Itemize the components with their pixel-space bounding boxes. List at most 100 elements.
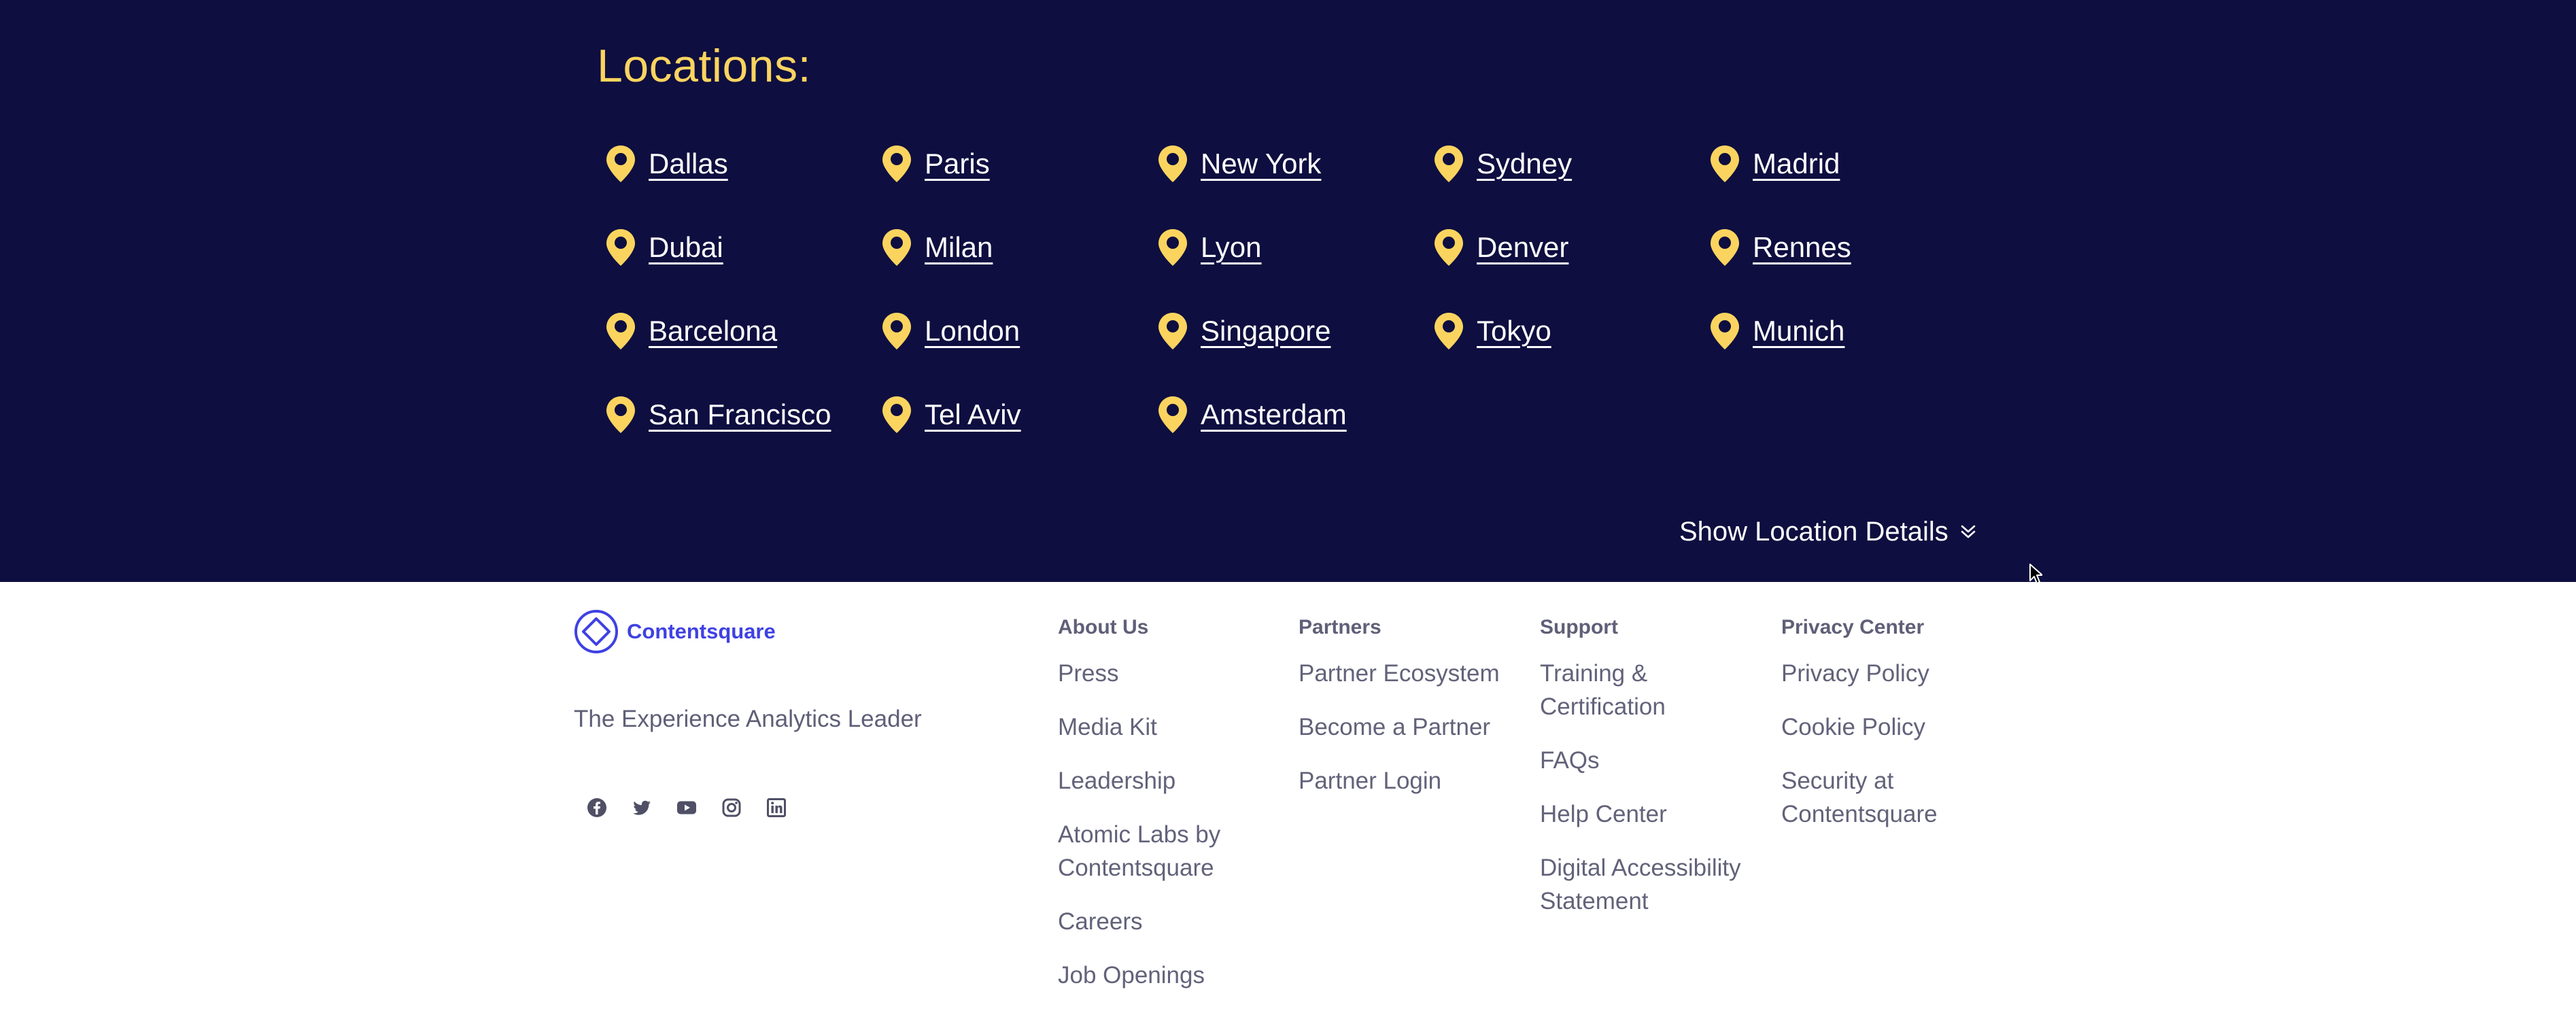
footer-column-heading: About Us bbox=[1058, 616, 1149, 638]
location-link[interactable]: Dallas bbox=[649, 148, 728, 180]
footer-link-security-at-contentsquare[interactable]: Security at Contentsquare bbox=[1781, 764, 2006, 831]
footer-column-support: Support Training & Certification FAQs Help… bbox=[1540, 616, 1764, 938]
location-item-san-francisco: San Francisco bbox=[605, 391, 881, 439]
footer-link-item: Atomic Labs by Contentsquare bbox=[1058, 818, 1282, 885]
brand-logo-link[interactable]: Contentsquare bbox=[574, 609, 776, 654]
footer-link-careers[interactable]: Careers bbox=[1058, 905, 1142, 938]
location-item-dallas: Dallas bbox=[605, 140, 881, 188]
footer-link-item: Digital Accessibility Statement bbox=[1540, 851, 1764, 918]
map-pin-icon bbox=[1711, 313, 1739, 349]
location-item-tel-aviv: Tel Aviv bbox=[881, 391, 1157, 439]
map-pin-icon bbox=[882, 396, 911, 433]
location-link[interactable]: San Francisco bbox=[649, 398, 831, 431]
location-link[interactable]: Sydney bbox=[1477, 148, 1572, 180]
location-link[interactable]: Barcelona bbox=[649, 315, 777, 347]
location-item-madrid: Madrid bbox=[1709, 140, 1985, 188]
social-links bbox=[586, 797, 787, 819]
linkedin-icon[interactable] bbox=[766, 797, 787, 819]
footer-link-partner-ecosystem[interactable]: Partner Ecosystem bbox=[1299, 657, 1500, 690]
footer-link-item: Job Openings bbox=[1058, 959, 1282, 992]
footer-link-item: Training & Certification bbox=[1540, 657, 1764, 723]
footer-link-media-kit[interactable]: Media Kit bbox=[1058, 710, 1157, 744]
location-link[interactable]: Tel Aviv bbox=[925, 398, 1021, 431]
location-item-singapore: Singapore bbox=[1157, 307, 1433, 355]
location-link[interactable]: Denver bbox=[1477, 231, 1568, 264]
mouse-cursor-icon bbox=[2029, 564, 2042, 584]
footer-link-item: Privacy Policy bbox=[1781, 657, 2006, 690]
facebook-icon[interactable] bbox=[586, 797, 608, 819]
footer-link-job-openings[interactable]: Job Openings bbox=[1058, 959, 1205, 992]
map-pin-icon bbox=[882, 229, 911, 266]
footer-column-about-us: About Us Press Media Kit Leadership Atomic … bbox=[1058, 616, 1282, 1012]
footer-link-item: Media Kit bbox=[1058, 710, 1282, 744]
location-link[interactable]: Dubai bbox=[649, 231, 723, 264]
footer-link-atomic-labs-by-contentsquare[interactable]: Atomic Labs by Contentsquare bbox=[1058, 818, 1282, 885]
location-item-paris: Paris bbox=[881, 140, 1157, 188]
footer-link-item: Press bbox=[1058, 657, 1282, 690]
brand-name: Contentsquare bbox=[627, 619, 776, 643]
footer-link-leadership[interactable]: Leadership bbox=[1058, 764, 1175, 797]
site-footer: Contentsquare The Experience Analytics L… bbox=[0, 582, 2576, 1013]
location-link[interactable]: Munich bbox=[1753, 315, 1844, 347]
footer-link-cookie-policy[interactable]: Cookie Policy bbox=[1781, 710, 1925, 744]
instagram-icon[interactable] bbox=[721, 797, 742, 819]
footer-link-list: Partner Ecosystem Become a Partner Partner… bbox=[1299, 657, 1523, 797]
footer-link-item: Partner Login bbox=[1299, 764, 1523, 797]
footer-link-item: Cookie Policy bbox=[1781, 710, 2006, 744]
location-item-dubai: Dubai bbox=[605, 224, 881, 271]
footer-link-help-center[interactable]: Help Center bbox=[1540, 797, 1667, 831]
locations-section: Locations: Dallas Paris New York Sydney Madr… bbox=[0, 0, 2576, 582]
locations-title: Locations: bbox=[597, 40, 811, 92]
location-item-amsterdam: Amsterdam bbox=[1157, 391, 1433, 439]
location-link[interactable]: Tokyo bbox=[1477, 315, 1551, 347]
show-location-details-button[interactable]: Show Location Details bbox=[1679, 513, 1977, 550]
footer-link-item: Security at Contentsquare bbox=[1781, 764, 2006, 831]
location-item-rennes: Rennes bbox=[1709, 224, 1985, 271]
footer-link-list: Training & Certification FAQs Help Center D… bbox=[1540, 657, 1764, 918]
map-pin-icon bbox=[1158, 229, 1187, 266]
map-pin-icon bbox=[882, 145, 911, 182]
map-pin-icon bbox=[1435, 229, 1463, 266]
map-pin-icon bbox=[606, 145, 635, 182]
footer-link-list: Press Media Kit Leadership Atomic Labs by C… bbox=[1058, 657, 1282, 992]
location-link[interactable]: Paris bbox=[925, 148, 990, 180]
footer-link-item: FAQs bbox=[1540, 744, 1764, 777]
location-link[interactable]: Madrid bbox=[1753, 148, 1840, 180]
footer-link-privacy-policy[interactable]: Privacy Policy bbox=[1781, 657, 1929, 690]
location-link[interactable]: Milan bbox=[925, 231, 993, 264]
map-pin-icon bbox=[1158, 396, 1187, 433]
youtube-icon[interactable] bbox=[676, 797, 698, 819]
map-pin-icon bbox=[1711, 229, 1739, 266]
footer-link-digital-accessibility-statement[interactable]: Digital Accessibility Statement bbox=[1540, 851, 1764, 918]
location-link[interactable]: Lyon bbox=[1201, 231, 1262, 264]
footer-column-partners: Partners Partner Ecosystem Become a Partn… bbox=[1299, 616, 1523, 818]
footer-column-heading: Privacy Center bbox=[1781, 616, 1925, 638]
twitter-icon[interactable] bbox=[631, 797, 653, 819]
locations-grid: Dallas Paris New York Sydney Madrid Dubai Mila… bbox=[605, 140, 1992, 475]
footer-link-faqs[interactable]: FAQs bbox=[1540, 744, 1600, 777]
footer-link-item: Leadership bbox=[1058, 764, 1282, 797]
footer-link-item: Help Center bbox=[1540, 797, 1764, 831]
map-pin-icon bbox=[606, 229, 635, 266]
location-link[interactable]: London bbox=[925, 315, 1020, 347]
location-link[interactable]: New York bbox=[1201, 148, 1321, 180]
footer-link-become-a-partner[interactable]: Become a Partner bbox=[1299, 710, 1490, 744]
location-link[interactable]: Amsterdam bbox=[1201, 398, 1347, 431]
map-pin-icon bbox=[1711, 145, 1739, 182]
map-pin-icon bbox=[1158, 145, 1187, 182]
footer-link-press[interactable]: Press bbox=[1058, 657, 1118, 690]
footer-link-partner-login[interactable]: Partner Login bbox=[1299, 764, 1441, 797]
tagline: The Experience Analytics Leader bbox=[574, 706, 922, 732]
double-chevron-down-icon bbox=[1961, 525, 1976, 538]
footer-link-item: Partner Ecosystem bbox=[1299, 657, 1523, 690]
footer-link-training-certification[interactable]: Training & Certification bbox=[1540, 657, 1764, 723]
location-item-tokyo: Tokyo bbox=[1433, 307, 1709, 355]
location-link[interactable]: Singapore bbox=[1201, 315, 1330, 347]
map-pin-icon bbox=[606, 313, 635, 349]
footer-link-list: Privacy Policy Cookie Policy Security at C… bbox=[1781, 657, 2006, 831]
footer-column-heading: Support bbox=[1540, 616, 1618, 638]
location-link[interactable]: Rennes bbox=[1753, 231, 1851, 264]
map-pin-icon bbox=[606, 396, 635, 433]
location-item-denver: Denver bbox=[1433, 224, 1709, 271]
show-location-details-label: Show Location Details bbox=[1679, 516, 1948, 547]
